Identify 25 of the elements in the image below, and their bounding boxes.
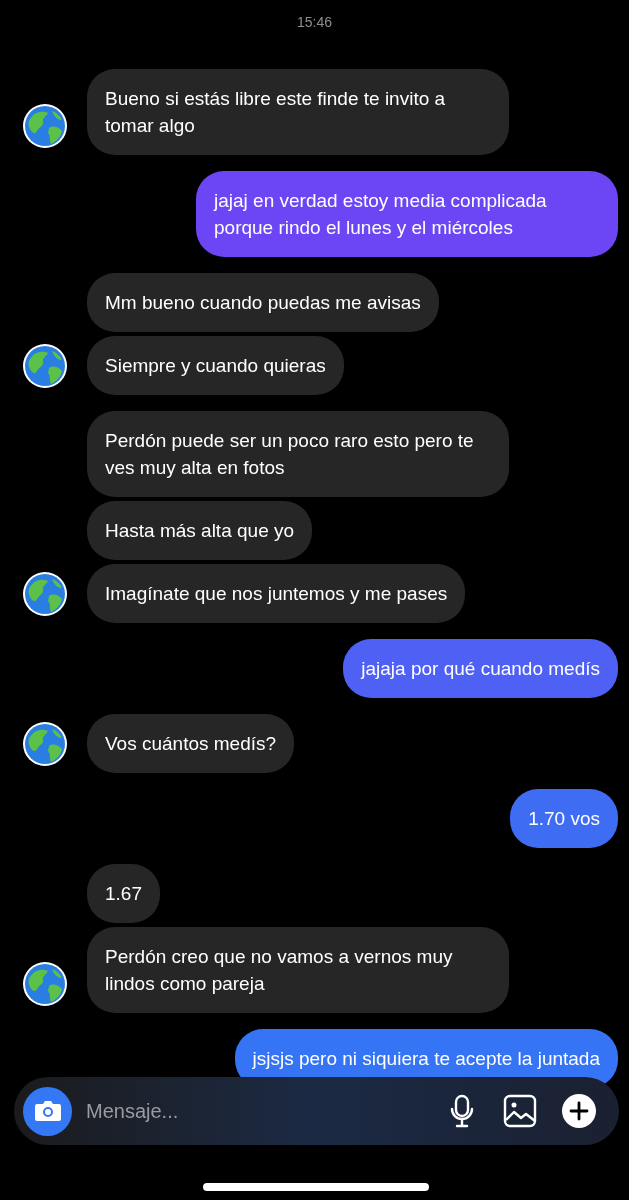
message-bubble: Mm bueno cuando puedas me avisas	[87, 273, 439, 332]
message-bubble: Perdón puede ser un poco raro esto pero te ves muy alta en fotos	[87, 411, 509, 497]
message-bubble: Siempre y cuando quieras	[87, 336, 344, 395]
message-bubble: Perdón creo que no vamos a vernos muy lindos como pareja	[87, 927, 509, 1013]
message-bubble: jajaj en verdad estoy media complicada porque rindo el lunes y el miércoles	[196, 171, 618, 257]
message-bubble: Imagínate que nos juntemos y me pases	[87, 564, 466, 623]
avatar-globe-icon	[22, 343, 68, 389]
message-input[interactable]: Mensaje...	[86, 1096, 441, 1126]
avatar-globe-icon	[22, 571, 68, 617]
message-bubble: Hasta más alta que yo	[87, 501, 313, 560]
timestamp: 15:46	[296, 13, 332, 32]
image-icon[interactable]	[503, 1094, 537, 1128]
message-bubble: 1.67	[87, 864, 160, 923]
camera-button[interactable]	[23, 1086, 72, 1136]
avatar-globe-icon	[22, 961, 68, 1007]
message-bubble: 1.70 vos	[510, 789, 618, 848]
microphone-icon[interactable]	[449, 1094, 475, 1128]
message-input-field[interactable]: Mensaje...	[14, 1077, 619, 1145]
avatar-globe-icon	[22, 103, 68, 149]
message-bubble: Vos cuántos medís?	[87, 714, 295, 773]
avatar-globe-icon	[22, 721, 68, 767]
message-bubble: Bueno si estás libre este finde te invito a tomar algo	[87, 69, 509, 155]
message-bubble: jajaja por qué cuando medís	[343, 639, 618, 698]
camera-icon	[33, 1099, 62, 1123]
plus-icon[interactable]	[561, 1093, 597, 1129]
